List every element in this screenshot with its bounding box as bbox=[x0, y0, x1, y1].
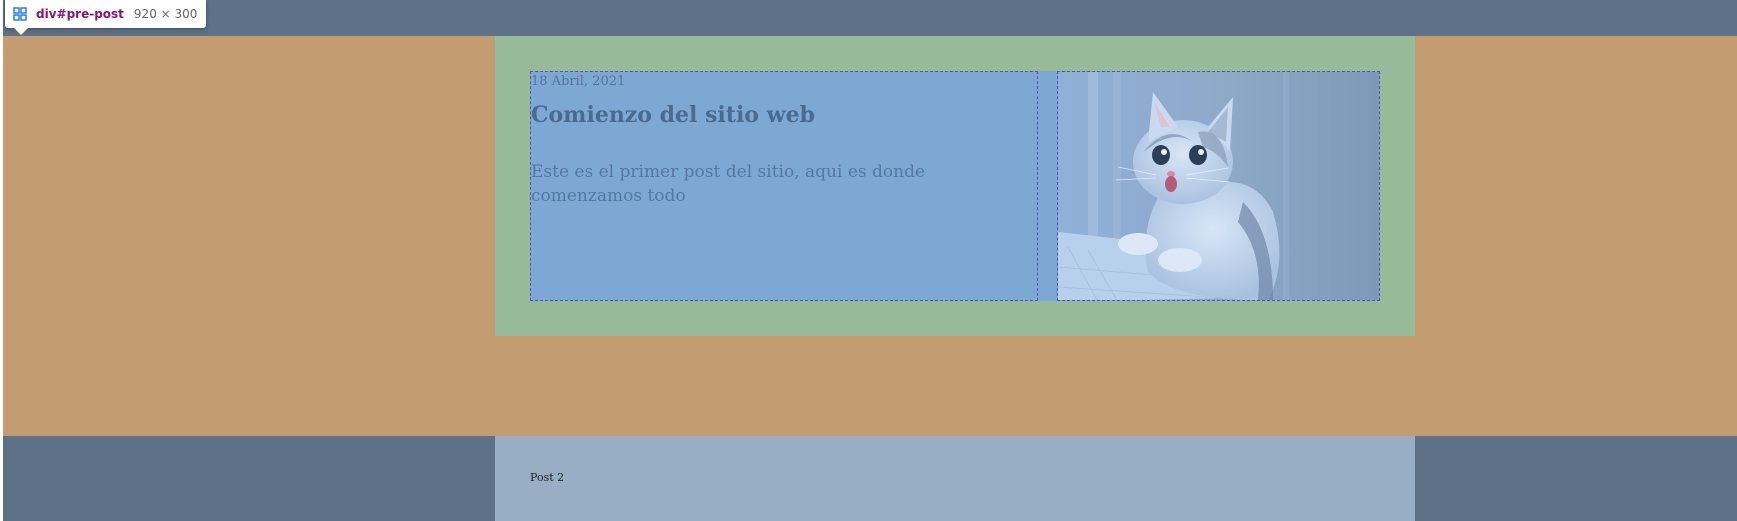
pre-post-content-overlay: 18 Abril, 2021 Comienzo del sitio web Es… bbox=[530, 71, 1380, 301]
post-date: 18 Abril, 2021 bbox=[531, 74, 626, 89]
element-grid-icon bbox=[13, 7, 27, 21]
cat-photo-image bbox=[1058, 72, 1379, 300]
post-excerpt: Este es el primer post del sitio, aqui e… bbox=[531, 162, 926, 206]
tooltip-selector: div#pre-post bbox=[36, 7, 124, 21]
browser-viewport: Post 2 18 Abril, 2021 Comienzo del sitio… bbox=[0, 0, 1737, 521]
tooltip-arrow bbox=[14, 28, 28, 35]
devtools-element-tooltip: div#pre-post 920 × 300 bbox=[5, 0, 207, 28]
pre-post-padding-overlay[interactable]: 18 Abril, 2021 Comienzo del sitio web Es… bbox=[495, 36, 1415, 336]
post-text-column: 18 Abril, 2021 Comienzo del sitio web Es… bbox=[530, 71, 1038, 301]
post-image[interactable] bbox=[1057, 71, 1380, 301]
post-title[interactable]: Comienzo del sitio web bbox=[531, 102, 815, 128]
next-post-container[interactable]: Post 2 bbox=[495, 436, 1415, 521]
tooltip-dimensions: 920 × 300 bbox=[133, 7, 198, 21]
page-background-top bbox=[3, 0, 1737, 36]
next-post-label[interactable]: Post 2 bbox=[530, 471, 564, 484]
